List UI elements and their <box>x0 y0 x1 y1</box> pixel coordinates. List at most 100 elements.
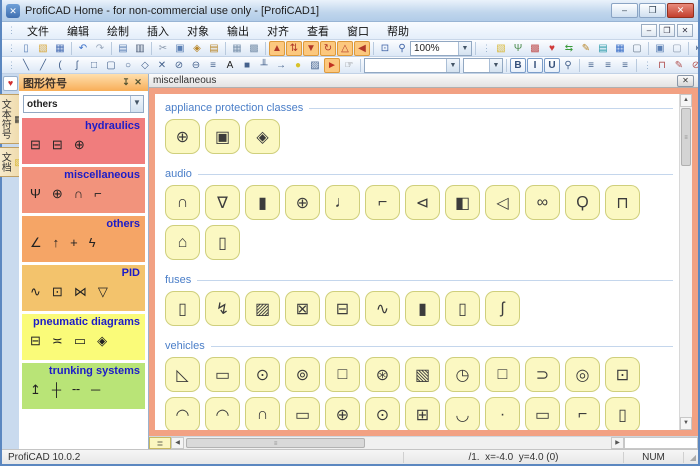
panel-symbol[interactable]: ⊡ <box>52 285 63 299</box>
highlight-tool[interactable]: ● <box>290 58 306 73</box>
bold-button[interactable]: B <box>510 58 526 73</box>
symbol-tree-button[interactable]: Ψ <box>510 41 526 56</box>
pin-icon[interactable]: ↧ <box>120 77 132 88</box>
chevron-down-icon[interactable]: ▼ <box>458 42 471 55</box>
rotate-left-button[interactable]: ▼ <box>303 41 319 56</box>
panel-symbol[interactable]: ┼ <box>52 383 61 397</box>
maximize-button[interactable]: ❐ <box>639 3 666 18</box>
mdi-minimize-button[interactable]: – <box>641 24 657 37</box>
panel-symbol[interactable]: ─ <box>91 383 100 397</box>
panel-symbol[interactable]: ⋈ <box>74 285 87 299</box>
paste-button[interactable]: ▤ <box>206 41 222 56</box>
symbol-vehicle-junction-box[interactable]: □ <box>325 357 360 392</box>
format-painter-button[interactable]: ◈ <box>189 41 205 56</box>
symbol-fuse-bold[interactable]: ▮ <box>405 291 440 326</box>
symbol-vehicle-row2-12[interactable]: ▯ <box>605 397 640 430</box>
font-family-combo[interactable]: ▼ <box>364 58 460 73</box>
menu-item[interactable]: 帮助 <box>378 21 418 41</box>
symbol-vehicle-row2-3[interactable]: ∩ <box>245 397 280 430</box>
symbol-vehicle-row2-10[interactable]: ▭ <box>525 397 560 430</box>
symbol-antenna-coil[interactable]: Ϙ <box>565 185 600 220</box>
no-action-button[interactable]: ⊘ <box>688 58 698 73</box>
menu-item[interactable]: 对象 <box>178 21 218 41</box>
panel-symbol[interactable]: ∠ <box>30 236 42 250</box>
symbol-vehicle-row2-2[interactable]: ◠ <box>205 397 240 430</box>
dash-tool[interactable]: ≡ <box>205 58 221 73</box>
library-button[interactable]: ▤ <box>595 41 611 56</box>
symbol-amplifier-panel[interactable]: ▯ <box>205 225 240 260</box>
font-size-combo[interactable]: ▼ <box>463 58 503 73</box>
symbol-horn-small[interactable]: ⊲ <box>405 185 440 220</box>
page-list-button[interactable]: ≣ <box>149 437 171 449</box>
panel-symbol[interactable]: ∿ <box>30 285 41 299</box>
symbol-vehicle-pump-2[interactable]: ⊚ <box>285 357 320 392</box>
panel-symbol[interactable]: + <box>70 236 78 250</box>
redo-button[interactable]: ↷ <box>92 41 108 56</box>
symbol-handset[interactable]: ⌐ <box>365 185 400 220</box>
select-tool[interactable]: ► <box>324 58 340 73</box>
symbol-vehicle-row2-11[interactable]: ⌐ <box>565 397 600 430</box>
print-preview-button[interactable]: ▤ <box>115 41 131 56</box>
vertical-scroll-thumb[interactable]: ≡ <box>681 108 691 166</box>
text-align-right-button[interactable]: ≡ <box>617 58 633 73</box>
polyline-tool[interactable]: ╱ <box>35 58 51 73</box>
minimize-button[interactable]: – <box>611 3 638 18</box>
zoom-window-button[interactable]: ⊡ <box>377 41 393 56</box>
underline-button[interactable]: U <box>544 58 560 73</box>
chevron-down-icon[interactable]: ▼ <box>489 59 502 72</box>
panel-symbol[interactable]: ∩ <box>74 187 83 201</box>
zoom-level-combo[interactable]: 100% ▼ <box>410 41 472 56</box>
panel-symbol[interactable]: ⊟ <box>30 334 41 348</box>
scroll-left-arrow[interactable]: ◀ <box>171 437 184 449</box>
horizontal-scroll-thumb[interactable]: ≡ <box>186 438 365 448</box>
export-image-button[interactable]: ▩ <box>246 41 262 56</box>
menu-item[interactable]: 编辑 <box>58 21 98 41</box>
symbol-loudspeaker[interactable]: ◁ <box>485 185 520 220</box>
edit-symbol-button[interactable]: ✎ <box>578 41 594 56</box>
document-close-button[interactable]: ✕ <box>677 75 694 87</box>
symbol-pickup[interactable]: ⊕ <box>285 185 320 220</box>
connector-tool[interactable]: ╨ <box>256 58 272 73</box>
symbol-microphone[interactable]: ▮ <box>245 185 280 220</box>
symbol-group-dropdown[interactable]: others ▼ <box>23 95 144 113</box>
symbol-loudspeaker-line[interactable]: ◧ <box>445 185 480 220</box>
rounded-rectangle-tool[interactable]: ▢ <box>103 58 119 73</box>
undo-button[interactable]: ↶ <box>75 41 91 56</box>
chevron-down-icon[interactable]: ▼ <box>446 59 459 72</box>
panel-symbol[interactable]: ◈ <box>97 334 107 348</box>
symbol-fuse-switch-disconnector[interactable]: ∿ <box>365 291 400 326</box>
symbol-vehicle-row2-1[interactable]: ◠ <box>165 397 200 430</box>
panel-symbol[interactable]: ⌐ <box>94 187 102 201</box>
panel-symbol[interactable]: ⊕ <box>52 187 63 201</box>
panel-symbol[interactable]: ╌ <box>72 383 80 397</box>
symbol-vehicle-rect-diagonal[interactable]: ◺ <box>165 357 200 392</box>
menu-item[interactable]: 插入 <box>138 21 178 41</box>
rectangle-tool[interactable]: □ <box>86 58 102 73</box>
symbol-vehicle-regulator[interactable]: ▧ <box>405 357 440 392</box>
symbol-fuse-disconnector[interactable]: ⊠ <box>285 291 320 326</box>
line-tool[interactable]: ╲ <box>18 58 34 73</box>
menu-item[interactable]: 绘制 <box>98 21 138 41</box>
symbol-vehicle-row2-5[interactable]: ⊕ <box>325 397 360 430</box>
symbols-folder-button[interactable]: ▧ <box>493 41 509 56</box>
symbol-loudspeaker-dome[interactable]: ∩ <box>165 185 200 220</box>
symbol-fuse-link[interactable]: ⊟ <box>325 291 360 326</box>
symbol-horn[interactable]: ∇ <box>205 185 240 220</box>
panel-symbol[interactable]: ▽ <box>98 285 108 299</box>
new-page-button[interactable]: ▢ <box>629 41 645 56</box>
symbol-microphone-stand[interactable]: ♩ <box>325 185 360 220</box>
symbol-vehicle-gauge[interactable]: ◎ <box>565 357 600 392</box>
arc-tool[interactable]: ( <box>52 58 68 73</box>
symbol-protection-class-3[interactable]: ◈ <box>245 119 280 154</box>
symbol-vehicle-row2-4[interactable]: ▭ <box>285 397 320 430</box>
cut-button[interactable]: ✂ <box>155 41 171 56</box>
mirror-horizontal-button[interactable]: ▲ <box>269 41 285 56</box>
favorites-button[interactable]: ♥ <box>544 41 560 56</box>
menu-item[interactable]: 查看 <box>298 21 338 41</box>
hatch-tool[interactable]: ▨ <box>307 58 323 73</box>
pan-tool[interactable]: ☞ <box>341 58 357 73</box>
italic-button[interactable]: I <box>527 58 543 73</box>
panel-symbol[interactable]: ↥ <box>30 383 41 397</box>
text-tool[interactable]: A <box>222 58 238 73</box>
panel-symbol[interactable]: ↑ <box>53 236 60 250</box>
